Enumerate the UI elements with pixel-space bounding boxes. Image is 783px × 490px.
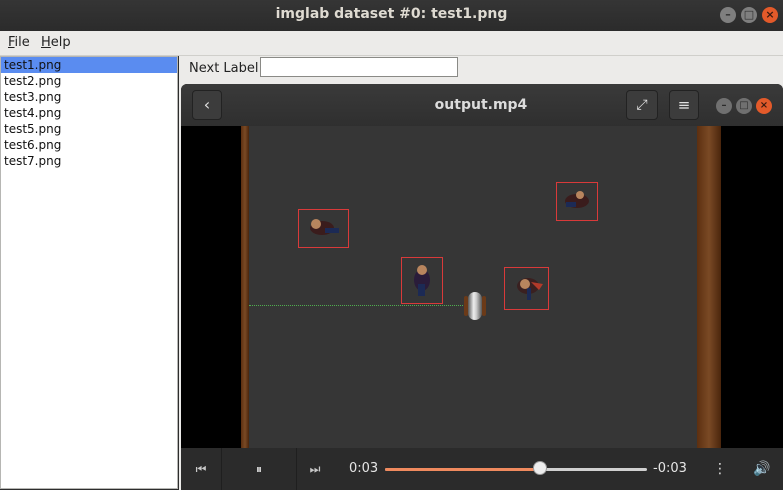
menu-help[interactable]: Help [41, 35, 71, 50]
remaining-time: -0:03 [653, 461, 687, 476]
seek-slider[interactable] [385, 461, 647, 475]
volume-icon[interactable]: 🔊 [747, 448, 777, 490]
close-icon[interactable]: × [756, 98, 772, 114]
fullscreen-icon[interactable]: ⤢ [626, 90, 658, 120]
video-player: ‹ output.mp4 ⤢ ≡ – □ × ⏮ ⏸ ⏭ 0:03 -0:03 … [181, 84, 783, 490]
person-figure [565, 191, 589, 208]
file-list-item[interactable]: test5.png [1, 121, 177, 137]
next-label-input[interactable] [260, 57, 458, 77]
file-list-item[interactable]: test3.png [1, 89, 177, 105]
person-figure [310, 219, 339, 235]
current-time: 0:03 [349, 461, 379, 476]
file-list-item[interactable]: test7.png [1, 153, 177, 169]
next-icon[interactable]: ⏭ [295, 448, 335, 490]
menu-file[interactable]: File [8, 35, 30, 50]
minimize-icon[interactable]: – [716, 98, 732, 114]
menubar: File Help [0, 31, 783, 56]
playback-controls: ⏮ ⏸ ⏭ 0:03 -0:03 ⋮ 🔊 [181, 448, 783, 490]
close-icon[interactable]: × [762, 7, 778, 23]
previous-icon[interactable]: ⏮ [181, 448, 221, 490]
window-titlebar: imglab dataset #0: test1.png – □ × [0, 0, 783, 31]
file-list[interactable]: test1.png test2.png test3.png test4.png … [0, 56, 178, 489]
file-list-item[interactable]: test4.png [1, 105, 177, 121]
file-list-item[interactable]: test6.png [1, 137, 177, 153]
robot-path-line [249, 305, 467, 306]
maximize-icon[interactable]: □ [736, 98, 752, 114]
window-controls: – □ × [720, 7, 778, 23]
seek-handle[interactable] [532, 461, 547, 475]
seek-progress [385, 468, 540, 471]
robot-marker [464, 292, 486, 320]
file-list-item[interactable]: test2.png [1, 73, 177, 89]
hamburger-menu-icon[interactable]: ≡ [669, 90, 699, 120]
next-label-caption: Next Label: [189, 61, 263, 76]
video-frame[interactable] [181, 126, 783, 448]
more-options-icon[interactable]: ⋮ [705, 448, 735, 490]
person-figure [414, 265, 430, 296]
person-figure [517, 278, 543, 300]
maximize-icon[interactable]: □ [741, 7, 757, 23]
corridor-floor [249, 126, 697, 448]
minimize-icon[interactable]: – [720, 7, 736, 23]
back-icon[interactable]: ‹ [192, 90, 222, 120]
player-window-controls: – □ × [716, 98, 772, 114]
file-list-item[interactable]: test1.png [1, 57, 177, 73]
window-title: imglab dataset #0: test1.png [275, 6, 508, 22]
pause-icon[interactable]: ⏸ [221, 448, 297, 490]
player-headerbar: ‹ output.mp4 ⤢ ≡ – □ × [181, 84, 783, 126]
video-title: output.mp4 [434, 97, 528, 113]
next-label-row: Next Label: [179, 56, 783, 82]
right-wall [697, 126, 721, 448]
left-wall [241, 126, 249, 448]
